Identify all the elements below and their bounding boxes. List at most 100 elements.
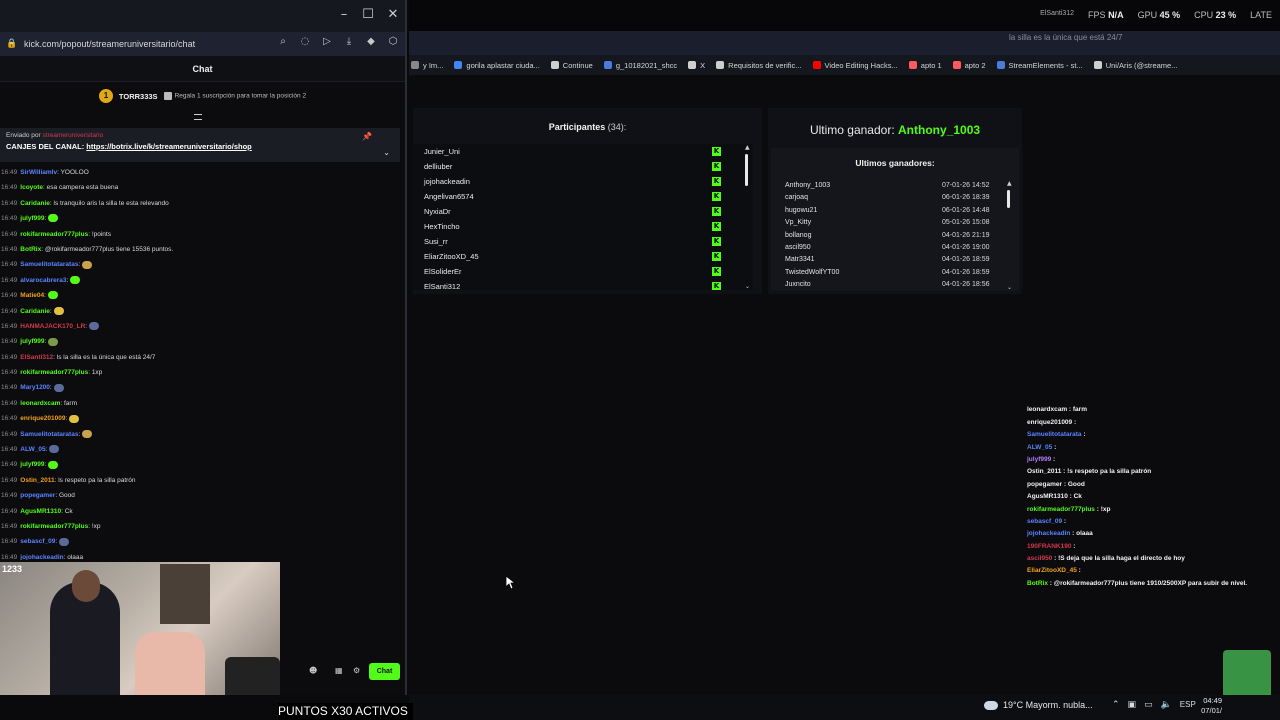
kick-icon: K — [712, 162, 721, 171]
participant-row[interactable]: ElSanti312 K — [413, 279, 753, 290]
bookmark-item[interactable]: y Im... — [411, 61, 443, 70]
message-time: 16:49 — [1, 307, 18, 315]
message-username[interactable]: julyf999 — [20, 215, 44, 222]
volume-icon[interactable]: 🔈 — [1161, 700, 1172, 710]
download-icon[interactable]: ⤓ — [343, 36, 355, 47]
search-icon[interactable]: ⌕ — [277, 36, 289, 47]
maximize-icon[interactable]: ☐ — [361, 8, 375, 22]
bookmark-item[interactable]: g_10182021_shcc — [603, 61, 677, 70]
taskbar-clock[interactable]: 04:49 07/01/ — [1200, 696, 1222, 716]
pin-icon[interactable]: 📌 — [362, 132, 372, 141]
message-username[interactable]: Mary1200 — [20, 384, 50, 391]
message-username[interactable]: Icoyote — [20, 184, 43, 191]
message-time: 16:49 — [1, 338, 18, 346]
message-username[interactable]: rokifarmeador777plus — [20, 231, 88, 238]
message-time: 16:49 — [1, 215, 18, 223]
message-username[interactable]: julyf999 — [20, 338, 44, 345]
participant-row[interactable]: ElSoliderEr K — [413, 264, 753, 279]
bookmark-item[interactable]: apto 1 — [908, 61, 942, 70]
message-username[interactable]: enrique201009 — [20, 415, 65, 422]
winners-scrollbar[interactable]: ▲ ⌄ — [1007, 180, 1013, 291]
chat-message: 16:49 Samuelitotataratas: — [0, 257, 400, 272]
bookmark-item[interactable]: Requisitos de verific... — [716, 61, 802, 70]
chat-message: 16:49 rokifarmeador777plus: 1xp — [0, 365, 400, 380]
scroll-up-icon[interactable]: ▲ — [745, 144, 750, 151]
chat-message-list[interactable]: 16:49 SirWilliamlv: YOOLOO 16:49 Icoyote: e… — [0, 165, 400, 560]
message-username[interactable]: leonardxcam — [20, 400, 60, 407]
message-text: : Good — [55, 492, 75, 500]
chat-send-button[interactable]: Chat — [369, 663, 400, 680]
message-username[interactable]: popegamer — [20, 492, 55, 499]
message-username[interactable]: AgusMR1310 — [20, 508, 61, 515]
message-username[interactable]: rokifarmeador777plus — [20, 523, 88, 530]
participant-row[interactable]: jojohackeadin K — [413, 174, 753, 189]
message-username[interactable]: jojohackeadin — [20, 554, 63, 560]
play-icon[interactable]: ▷ — [321, 36, 333, 47]
gifter-name[interactable]: TORR333S — [119, 92, 158, 101]
message-username[interactable]: Samuelitotataratas — [20, 431, 78, 438]
message-username[interactable]: sebascf_09 — [20, 538, 55, 545]
participant-row[interactable]: Angelivan6574 K — [413, 189, 753, 204]
shield-icon[interactable]: ◌ — [299, 36, 311, 47]
participant-row[interactable]: Susi_rr K — [413, 234, 753, 249]
message-username[interactable]: SirWilliamlv — [20, 169, 57, 176]
address-url[interactable]: kick.com/popout/streameruniversitario/ch… — [24, 39, 195, 49]
bookmark-item[interactable]: apto 2 — [952, 61, 986, 70]
bookmark-item[interactable]: gorila aplastar ciuda... — [454, 61, 540, 70]
overlay-chat-text: : — [1062, 517, 1067, 525]
collapse-icon[interactable] — [194, 114, 202, 120]
participant-row[interactable]: EliarZitooXD_45 K — [413, 249, 753, 264]
address-bar[interactable]: 🔒 kick.com/popout/streameruniversitario/… — [0, 32, 405, 56]
message-username[interactable]: Caridanie — [20, 200, 50, 207]
scroll-up-icon[interactable]: ▲ — [1007, 180, 1012, 187]
message-username[interactable]: alvarocabrera3 — [20, 277, 66, 284]
participants-scrollbar[interactable]: ▲ ⌄ — [745, 144, 751, 290]
participant-row[interactable]: NyxiaDr K — [413, 204, 753, 219]
message-username[interactable]: rokifarmeador777plus — [20, 369, 88, 376]
network-icon[interactable]: ▭ — [1144, 700, 1153, 710]
scroll-down-icon[interactable]: ⌄ — [745, 283, 750, 290]
close-icon[interactable]: ✕ — [386, 8, 400, 22]
participant-row[interactable]: Junier_Uni K — [413, 144, 753, 159]
minimize-icon[interactable]: – — [337, 8, 351, 22]
scroll-down-icon[interactable]: ⌄ — [1007, 284, 1012, 291]
bookmark-item[interactable]: Continue — [550, 61, 593, 70]
last-winner-label: Ultimo ganador: — [809, 123, 895, 137]
chevron-up-icon[interactable]: ⌃ — [1112, 700, 1120, 710]
participants-list[interactable]: Junier_Uni Kdelliuber Kjojohackeadin K Angel… — [413, 144, 753, 290]
message-time: 16:49 — [1, 492, 18, 500]
emoji-icon[interactable]: ☻ — [309, 666, 317, 675]
scrollbar-thumb[interactable] — [745, 154, 748, 186]
bookmark-item[interactable]: Video Editing Hacks... — [812, 61, 898, 70]
bookmark-label: Uni/Aris (@streame... — [1105, 60, 1178, 70]
message-username[interactable]: ElSanti312 — [20, 354, 53, 361]
message-username[interactable]: ALW_05 — [20, 446, 45, 453]
scrollbar-thumb[interactable] — [1007, 190, 1010, 208]
weather-widget[interactable]: 19°C Mayorm. nubla... — [984, 700, 1093, 710]
bookmark-item[interactable]: Uni/Aris (@streame... — [1093, 60, 1178, 70]
message-username[interactable]: Matie04 — [20, 292, 44, 299]
winners-list[interactable]: Anthony_1003 07-01-26 14:52 carjoaq 06-01-2… — [785, 180, 1015, 291]
participant-row[interactable]: delliuber K — [413, 159, 753, 174]
pinned-by-user[interactable]: streameruniversitario — [43, 132, 104, 139]
extension-icon[interactable]: ◆ — [365, 36, 377, 47]
message-username[interactable]: Caridanie — [20, 308, 50, 315]
participant-name: Junier_Uni — [424, 147, 460, 156]
gear-icon[interactable]: ⚙ — [353, 666, 360, 675]
message-username[interactable]: Samuelitotataratas — [20, 261, 78, 268]
chevron-down-icon[interactable]: ⌄ — [383, 148, 390, 157]
message-username[interactable]: HANMAJACK170_LR — [20, 323, 85, 330]
bookmark-item[interactable]: X — [688, 61, 705, 70]
message-time: 16:49 — [1, 261, 18, 269]
chat-message: 16:49 Samuelitotataratas: — [0, 427, 400, 442]
participant-row[interactable]: HexTincho K — [413, 219, 753, 234]
pinned-link[interactable]: https://botrix.live/k/streameruniversita… — [86, 142, 251, 151]
bookmark-item[interactable]: StreamElements - st... — [996, 61, 1083, 70]
language-indicator[interactable]: ESP — [1180, 700, 1196, 710]
monitor-icon[interactable]: ▣ — [1128, 700, 1137, 710]
message-username[interactable]: BotRix — [20, 246, 41, 253]
message-username[interactable]: julyf999 — [20, 461, 44, 468]
gift-box-icon[interactable]: ▦ — [335, 666, 343, 675]
puzzle-icon[interactable]: ⬡ — [387, 36, 399, 47]
message-username[interactable]: Ostin_2011 — [20, 477, 54, 484]
